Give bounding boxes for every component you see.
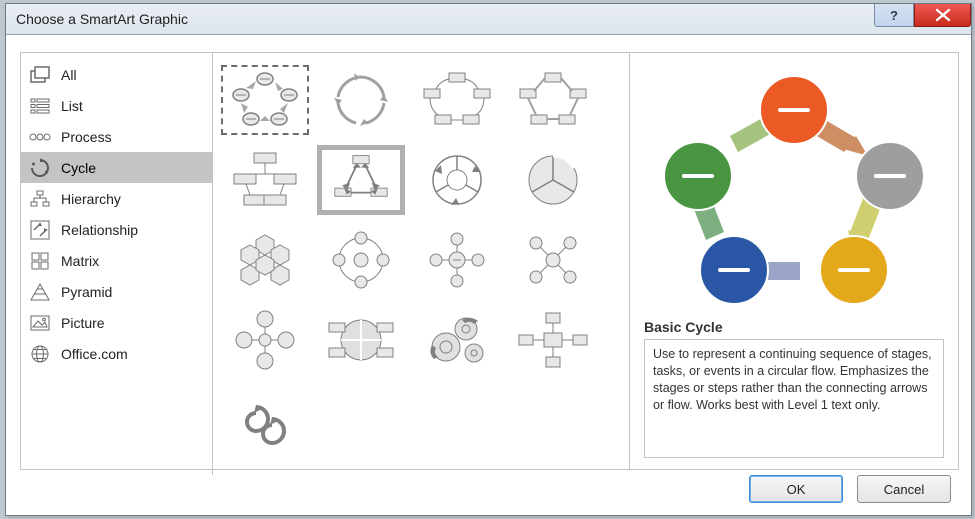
layout-thumb[interactable]	[413, 225, 501, 295]
sidebar-item-label: Relationship	[61, 222, 138, 238]
sidebar-item-label: List	[61, 98, 83, 114]
layout-thumb[interactable]	[509, 225, 597, 295]
layout-gallery	[213, 53, 630, 469]
sidebar-item-label: Hierarchy	[61, 191, 121, 207]
sidebar-item-label: Office.com	[61, 346, 128, 362]
layout-thumb[interactable]	[509, 65, 597, 135]
cancel-button[interactable]: Cancel	[857, 475, 951, 503]
layout-thumb[interactable]	[317, 65, 405, 135]
titlebar: Choose a SmartArt Graphic ?	[6, 4, 971, 35]
sidebar-item-label: Cycle	[61, 160, 96, 176]
preview-graphic	[644, 71, 944, 313]
sidebar-item-relationship[interactable]: Relationship	[21, 214, 212, 245]
sidebar-item-cycle[interactable]: Cycle	[21, 152, 212, 183]
layout-thumb[interactable]	[413, 145, 501, 215]
sidebar-item-label: Picture	[61, 315, 105, 331]
sidebar-item-officecom[interactable]: Office.com	[21, 338, 212, 369]
dialog-body: All List Process Cycle	[20, 52, 959, 470]
sidebar-item-label: Matrix	[61, 253, 99, 269]
layout-thumb[interactable]	[317, 225, 405, 295]
picture-icon	[29, 312, 51, 334]
sidebar-item-label: Process	[61, 129, 112, 145]
matrix-icon	[29, 250, 51, 272]
layout-thumb[interactable]	[221, 145, 309, 215]
sidebar-item-process[interactable]: Process	[21, 121, 212, 152]
help-button[interactable]: ?	[874, 4, 914, 27]
preview-pane: Basic Cycle Use to represent a continuin…	[630, 53, 958, 469]
sidebar-item-pyramid[interactable]: Pyramid	[21, 276, 212, 307]
cycle-icon	[29, 157, 51, 179]
layout-thumb[interactable]	[317, 305, 405, 375]
sidebar-item-label: All	[61, 67, 77, 83]
layout-thumb[interactable]	[413, 305, 501, 375]
layout-thumb[interactable]	[221, 385, 309, 455]
preview-title: Basic Cycle	[644, 319, 944, 335]
close-icon	[934, 8, 952, 22]
sidebar-item-picture[interactable]: Picture	[21, 307, 212, 338]
help-icon: ?	[890, 8, 898, 23]
layout-thumb-basic-cycle[interactable]	[221, 65, 309, 135]
pyramid-icon	[29, 281, 51, 303]
close-button[interactable]	[914, 4, 971, 27]
layout-thumb[interactable]	[413, 65, 501, 135]
layout-thumb[interactable]	[509, 305, 597, 375]
all-icon	[29, 64, 51, 86]
layout-thumb[interactable]	[509, 145, 597, 215]
dialog-footer: OK Cancel	[749, 475, 951, 503]
category-sidebar: All List Process Cycle	[21, 53, 213, 475]
list-icon	[29, 95, 51, 117]
globe-icon	[29, 343, 51, 365]
ok-button[interactable]: OK	[749, 475, 843, 503]
sidebar-item-matrix[interactable]: Matrix	[21, 245, 212, 276]
sidebar-item-hierarchy[interactable]: Hierarchy	[21, 183, 212, 214]
window-buttons: ?	[874, 4, 971, 34]
smartart-dialog: Choose a SmartArt Graphic ? All	[5, 3, 972, 516]
layout-thumb[interactable]	[221, 305, 309, 375]
layout-thumb[interactable]	[317, 145, 405, 215]
hierarchy-icon	[29, 188, 51, 210]
preview-description: Use to represent a continuing sequence o…	[644, 339, 944, 458]
relationship-icon	[29, 219, 51, 241]
sidebar-item-label: Pyramid	[61, 284, 112, 300]
process-icon	[29, 126, 51, 148]
dialog-title: Choose a SmartArt Graphic	[16, 11, 188, 27]
sidebar-item-all[interactable]: All	[21, 59, 212, 90]
layout-thumb[interactable]	[221, 225, 309, 295]
sidebar-item-list[interactable]: List	[21, 90, 212, 121]
